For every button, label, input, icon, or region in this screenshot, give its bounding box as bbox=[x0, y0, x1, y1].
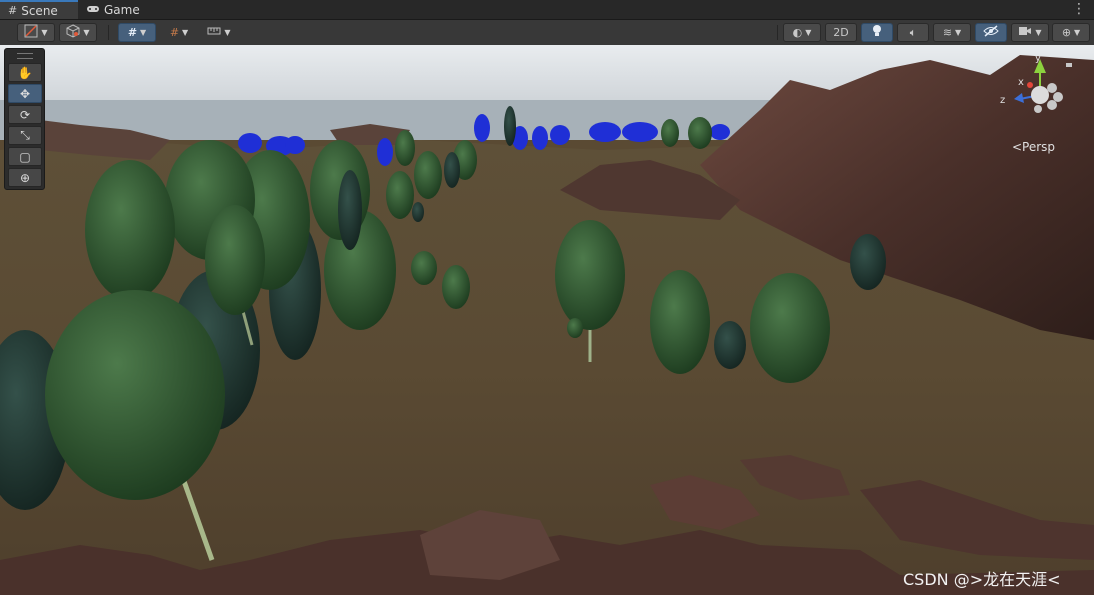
scale-icon: ⤡ bbox=[20, 128, 30, 142]
globe-icon: ⊕ bbox=[1061, 26, 1072, 39]
tab-game-label: Game bbox=[104, 2, 140, 17]
draw-mode-dropdown[interactable]: ▼ bbox=[17, 23, 55, 42]
chevron-down-icon: ▼ bbox=[41, 28, 48, 37]
audio-toggle[interactable]: 🔈︎ bbox=[897, 23, 929, 42]
move-tool-button[interactable]: ✥ bbox=[8, 84, 42, 103]
scale-tool-button[interactable]: ⤡ bbox=[8, 126, 42, 145]
toolbar-divider bbox=[108, 25, 109, 40]
chevron-down-icon: ▼ bbox=[224, 28, 231, 37]
layers-icon: ≋ bbox=[942, 26, 953, 39]
watermark: CSDN @>龙在天涯< bbox=[903, 570, 1061, 589]
increment-snap-dropdown[interactable]: # ▼ bbox=[160, 23, 198, 42]
move-arrows-icon: ✥ bbox=[19, 86, 31, 101]
hand-icon: ✋ bbox=[17, 65, 33, 80]
chevron-down-icon: ▼ bbox=[955, 28, 962, 37]
lightbulb-icon bbox=[871, 24, 883, 41]
cube-icon bbox=[66, 24, 80, 41]
chevron-down-icon: ▼ bbox=[1035, 28, 1042, 37]
shading-dropdown[interactable]: ▼ bbox=[59, 23, 97, 42]
orientation-dropdown[interactable]: ◐ ▼ bbox=[783, 23, 821, 42]
grid-snapping-toggle[interactable]: # ▼ bbox=[118, 23, 156, 42]
2d-toggle-button[interactable]: 2D bbox=[825, 23, 857, 42]
drag-handle[interactable] bbox=[17, 53, 33, 59]
ruler-dropdown[interactable]: ▼ bbox=[200, 23, 238, 42]
rect-tool-button[interactable]: ▢ bbox=[8, 147, 42, 166]
gizmo-y-label: y bbox=[1035, 53, 1041, 64]
toolbar-divider bbox=[777, 25, 778, 40]
grid-icon: # bbox=[8, 4, 18, 17]
gizmo-z-label: z bbox=[1000, 95, 1006, 106]
gizmos-dropdown[interactable]: ⊕ ▼ bbox=[1052, 23, 1090, 42]
ruler-icon bbox=[207, 25, 221, 40]
window-tab-bar: # Scene Game ⋮ bbox=[0, 0, 1094, 20]
speaker-muted-icon: 🔈︎ bbox=[909, 25, 917, 39]
tab-scene[interactable]: # Scene bbox=[0, 0, 78, 19]
chevron-down-icon: ▼ bbox=[182, 28, 189, 37]
grid-snap-icon: # bbox=[127, 26, 138, 39]
eye-slash-icon bbox=[983, 25, 999, 40]
camera-dropdown[interactable]: ▼ bbox=[1011, 23, 1049, 42]
gizmo-x-label: x bbox=[1018, 77, 1024, 88]
sphere-icon: ◐ bbox=[792, 26, 803, 39]
rotate-icon: ⟳ bbox=[19, 107, 31, 122]
2d-toggle-label: 2D bbox=[833, 26, 849, 39]
view-tool-button[interactable]: ✋ bbox=[8, 63, 42, 82]
tab-game[interactable]: Game bbox=[78, 0, 148, 19]
projection-toggle[interactable]: <Persp bbox=[1012, 140, 1055, 154]
draw-mode-icon bbox=[24, 24, 38, 41]
chevron-down-icon: ▼ bbox=[83, 28, 90, 37]
chevron-down-icon: ▼ bbox=[1074, 28, 1081, 37]
terrain-scene bbox=[0, 45, 1094, 595]
transform-tool-button[interactable]: ⊕ bbox=[8, 168, 42, 187]
scene-viewport[interactable]: y x z <Persp bbox=[0, 45, 1094, 595]
effects-dropdown[interactable]: ≋ ▼ bbox=[933, 23, 971, 42]
scene-visibility-toggle[interactable] bbox=[975, 23, 1007, 42]
more-options-icon[interactable]: ⋮ bbox=[1072, 1, 1086, 17]
tab-scene-label: Scene bbox=[21, 3, 58, 18]
scene-toolbar: ▼ ▼ # ▼ # ▼ ▼ ◐ ▼ 2D 🔈︎ ≋ ▼ ▼ ⊕ ▼ bbox=[0, 20, 1094, 46]
snap-increment-icon: # bbox=[169, 26, 180, 39]
orientation-gizmo[interactable]: y x z bbox=[1000, 53, 1080, 135]
tool-palette: ✋ ✥ ⟳ ⤡ ▢ ⊕ bbox=[4, 48, 45, 190]
rect-transform-icon: ▢ bbox=[19, 149, 31, 164]
lighting-toggle[interactable] bbox=[861, 23, 893, 42]
chevron-down-icon: ▼ bbox=[805, 28, 812, 37]
rotate-tool-button[interactable]: ⟳ bbox=[8, 105, 42, 124]
chevron-down-icon: ▼ bbox=[140, 28, 147, 37]
transform-icon: ⊕ bbox=[19, 170, 31, 185]
camera-icon bbox=[1018, 26, 1032, 39]
gamepad-icon bbox=[86, 3, 100, 17]
